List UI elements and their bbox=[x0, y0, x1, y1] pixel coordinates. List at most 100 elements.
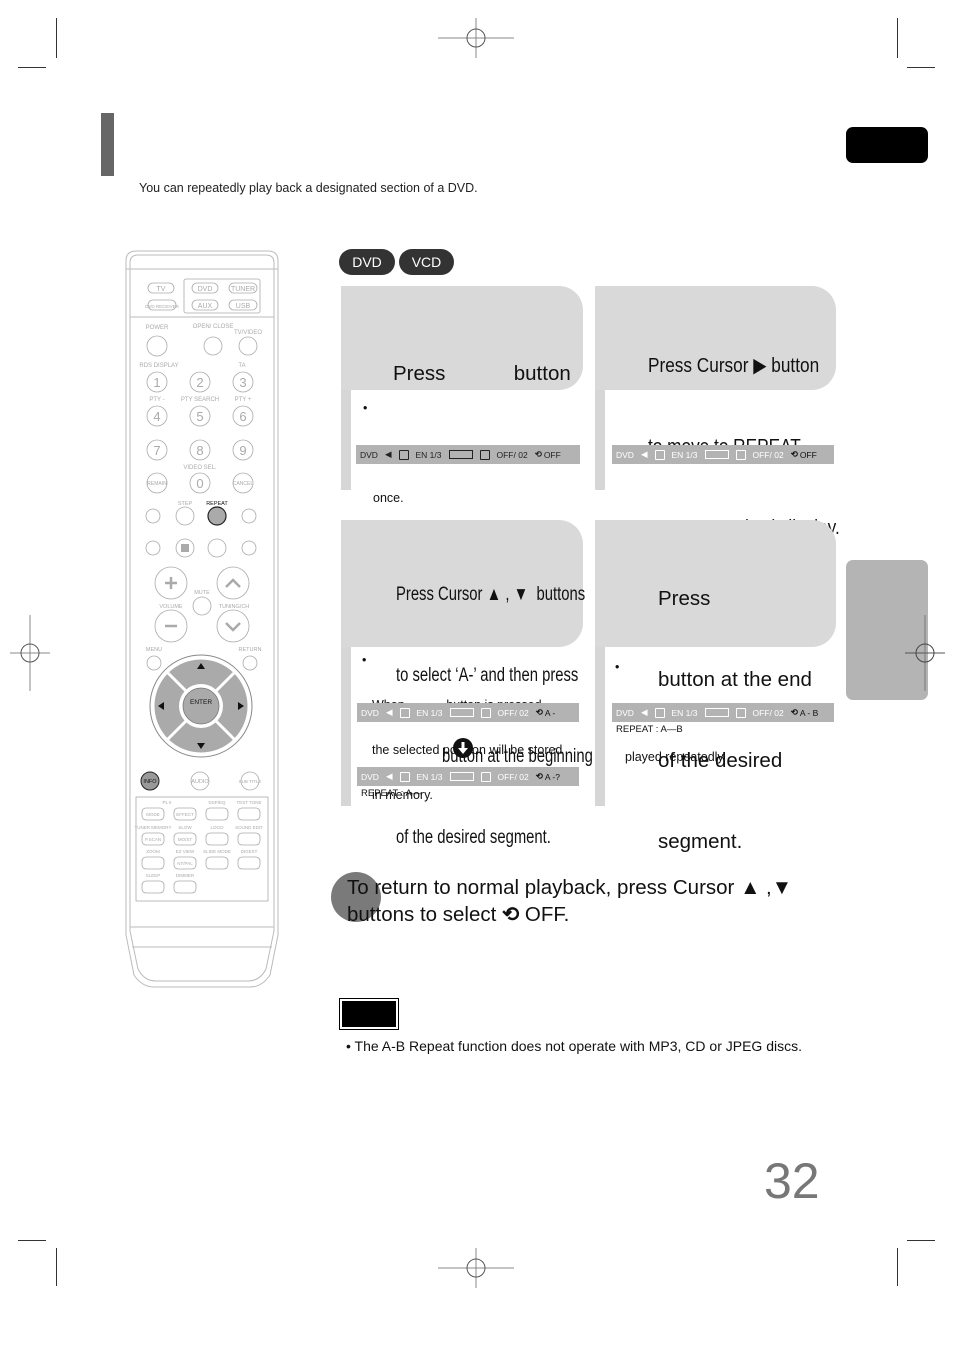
osd-subtitle: OFF/ 02 bbox=[497, 771, 529, 782]
osd-repeat-icon: ⟲ bbox=[535, 771, 543, 781]
osd-subtitle-icon bbox=[735, 707, 746, 718]
return-instruction: To return to normal playback, press Curs… bbox=[347, 874, 792, 928]
remote-dspeq-label: DSP/EQ bbox=[208, 800, 226, 805]
osd-audio: EN 1/3 bbox=[671, 449, 698, 460]
remote-pscan-label: P.SCAN bbox=[145, 837, 161, 842]
remote-slow-label: SLOW bbox=[178, 825, 192, 830]
osd-repeat-icon: ⟲ bbox=[790, 449, 798, 459]
crop-mark bbox=[897, 18, 898, 58]
osd-audio: EN 1/3 bbox=[416, 771, 443, 782]
osd-audio-icon bbox=[399, 771, 410, 782]
remote-key-1: 1 bbox=[153, 375, 160, 390]
remote-pty-search-label: PTY SEARCH bbox=[181, 397, 219, 403]
crop-mark bbox=[907, 67, 935, 68]
remote-tuning-label: TUNING/CH bbox=[219, 604, 250, 610]
step-3-osd-bar-before: DVD ◀ EN 1/3 OFF/ 02 ⟲ A - bbox=[357, 703, 579, 722]
final-note-text: The A-B Repeat function does not operate… bbox=[354, 1038, 802, 1054]
remote-slidemode-label: SLIDE MODE bbox=[203, 849, 231, 854]
remote-key-9: 9 bbox=[239, 443, 246, 458]
step-4-note-line: played repeatedly. bbox=[625, 750, 727, 764]
osd-dolby-icon bbox=[449, 708, 474, 717]
osd-audio-icon bbox=[399, 707, 410, 718]
step-1-line: Press button bbox=[393, 362, 571, 385]
crop-mark bbox=[18, 67, 46, 68]
remote-digest-label: DIGEST bbox=[241, 849, 258, 854]
step-1-note-line: once. bbox=[373, 491, 404, 505]
registration-mark bbox=[10, 615, 50, 691]
remote-remain-label: REMAIN bbox=[147, 481, 167, 487]
remote-mute-label: MUTE bbox=[194, 590, 210, 596]
remote-ntpal-label: NT/PAL bbox=[177, 861, 193, 866]
remote-tunermemory-label: TUNER MEMORY bbox=[135, 825, 172, 830]
remote-repeat-label: REPEAT bbox=[206, 501, 228, 507]
osd-disc: DVD bbox=[616, 707, 634, 718]
remote-tuner-label: TUNER bbox=[231, 286, 255, 293]
osd-repeat-value: OFF bbox=[543, 449, 561, 460]
remote-key-0: 0 bbox=[196, 476, 203, 491]
step-3-header: Press Cursor ▲ , ▼ buttons to select ‘A-… bbox=[341, 520, 593, 848]
osd-repeat-value: A - bbox=[544, 707, 556, 718]
osd-dolby-icon bbox=[704, 450, 729, 459]
registration-mark bbox=[438, 1248, 514, 1288]
step-4-line: Press bbox=[658, 587, 711, 610]
osd-subtitle-icon bbox=[735, 449, 746, 460]
osd-subtitle-icon bbox=[480, 771, 491, 782]
remote-effect-label: EFFECT bbox=[176, 812, 194, 817]
osd-repeat-value: A - B bbox=[799, 707, 819, 718]
disc-badge-dvd: DVD bbox=[339, 249, 395, 275]
remote-key-6: 6 bbox=[239, 409, 246, 424]
step-2-panel: Press Cursor ▶ button to move to REPEAT … bbox=[595, 286, 840, 539]
remote-step-label: STEP bbox=[178, 501, 193, 507]
page-number: 32 bbox=[764, 1153, 820, 1209]
osd-audio-icon bbox=[654, 707, 665, 718]
disc-badge-vcd: VCD bbox=[399, 249, 454, 275]
return-instruction-text: OFF. bbox=[524, 903, 570, 926]
remote-dimmer-label: DIMMER bbox=[176, 873, 195, 878]
remote-pty-minus-label: PTY - bbox=[149, 397, 164, 403]
osd-subtitle-icon bbox=[479, 449, 490, 460]
osd-left-arrow-icon: ◀ bbox=[385, 771, 393, 781]
return-instruction-line: To return to normal playback, press Curs… bbox=[347, 876, 793, 899]
section-title-bar bbox=[101, 113, 114, 176]
remote-most-label: MO/ST bbox=[178, 837, 193, 842]
remote-info-label: INFO bbox=[143, 779, 157, 785]
note-label-box bbox=[339, 998, 399, 1030]
remote-key-7: 7 bbox=[153, 443, 160, 458]
step-4-osd-bar: DVD ◀ EN 1/3 OFF/ 02 ⟲ A - B bbox=[612, 703, 834, 722]
osd-subtitle: OFF/ 02 bbox=[496, 449, 528, 460]
remote-usb-label: USB bbox=[236, 303, 251, 310]
remote-enter-label: ENTER bbox=[190, 699, 212, 706]
osd-repeat-value: A -? bbox=[544, 771, 560, 782]
step-4-panel: Press button at the end of the desired s… bbox=[595, 520, 836, 853]
step-2-header: Press Cursor ▶ button to move to REPEAT … bbox=[595, 286, 840, 539]
remote-ezview-label: EZ VIEW bbox=[176, 849, 195, 854]
osd-dolby-icon bbox=[449, 772, 474, 781]
step-3-panel: Press Cursor ▲ , ▼ buttons to select ‘A-… bbox=[341, 520, 593, 848]
registration-mark bbox=[905, 615, 945, 691]
step-1-header: Press button twice. bbox=[341, 286, 583, 466]
osd-disc: DVD bbox=[616, 449, 634, 460]
remote-key-5: 5 bbox=[196, 409, 203, 424]
crop-mark bbox=[897, 1248, 898, 1286]
remote-dvdreceiver-label: DVD RECEIVER bbox=[145, 304, 180, 309]
step-4-line: segment. bbox=[658, 830, 743, 853]
osd-audio-icon bbox=[398, 449, 409, 460]
intro-text: You can repeatedly play back a designate… bbox=[139, 181, 478, 195]
osd-disc: DVD bbox=[360, 449, 378, 460]
osd-left-arrow-icon: ◀ bbox=[384, 449, 392, 459]
remote-aux-label: AUX bbox=[198, 303, 213, 310]
return-instruction-text: buttons to select bbox=[347, 903, 497, 926]
step-3-repeat-label: REPEAT : A— bbox=[361, 788, 422, 799]
osd-audio-icon bbox=[654, 449, 665, 460]
osd-subtitle-icon bbox=[480, 707, 491, 718]
crop-mark bbox=[18, 1240, 46, 1241]
remote-menu-label: MENU bbox=[146, 647, 162, 653]
remote-subtitle-label: SUB TITLE bbox=[239, 779, 262, 784]
osd-subtitle: OFF/ 02 bbox=[752, 449, 784, 460]
osd-subtitle: OFF/ 02 bbox=[497, 707, 529, 718]
step-4-header: Press button at the end of the desired s… bbox=[595, 520, 836, 853]
remote-video-sel-label: VIDEO SEL. bbox=[183, 465, 217, 471]
remote-cancel-label: CANCEL bbox=[233, 481, 254, 487]
remote-key-4: 4 bbox=[153, 409, 160, 424]
remote-tv-label: TV bbox=[157, 286, 166, 293]
